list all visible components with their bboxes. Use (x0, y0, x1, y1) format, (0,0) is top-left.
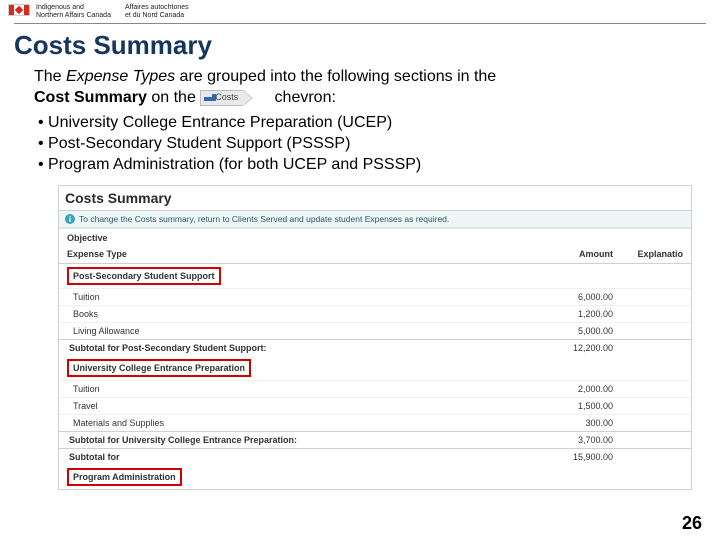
subtotal-amount: 15,900.00 (481, 449, 621, 465)
expense-amount: 300.00 (481, 415, 621, 431)
bullet-item: University College Entrance Preparation … (38, 113, 686, 134)
gov-name-fr: Affaires autochtones et du Nord Canada (125, 4, 189, 19)
table-row: Tuition6,000.00 (59, 288, 691, 305)
expense-name: Materials and Supplies (59, 415, 481, 431)
gov-name-en: Indigenous and Northern Affairs Canada (36, 4, 111, 19)
bullet-list: University College Entrance Preparation … (34, 113, 686, 175)
screenshot-title: Costs Summary (59, 186, 691, 211)
intro-text-3: on the (147, 89, 200, 106)
expense-amount: 2,000.00 (481, 381, 621, 397)
expense-name: Travel (59, 398, 481, 414)
col-amount: Amount (481, 245, 621, 263)
expense-name: Living Allowance (59, 323, 481, 339)
col-explanation: Explanatio (621, 245, 691, 263)
info-banner: i To change the Costs summary, return to… (59, 211, 691, 228)
intro-cost-summary: Cost Summary (34, 89, 147, 106)
info-icon: i (65, 214, 75, 224)
subtotal-label: Subtotal for University College Entrance… (59, 432, 481, 448)
expense-amount: 1,200.00 (481, 306, 621, 322)
page-number: 26 (682, 513, 702, 534)
expense-name: Books (59, 306, 481, 322)
table-row: Living Allowance5,000.00 (59, 322, 691, 339)
subtotal-label: Subtotal for Post-Secondary Student Supp… (59, 340, 481, 356)
gov-en-line2: Northern Affairs Canada (36, 12, 111, 20)
header-rule (14, 23, 706, 24)
chevron-right-icon (242, 90, 252, 106)
group-prog-admin-label: Program Administration (67, 468, 182, 486)
costs-chevron: Costs (200, 90, 252, 106)
costs-chevron-label: Costs (215, 92, 238, 104)
info-text: To change the Costs summary, return to C… (79, 214, 449, 224)
subtotal-amount: 3,700.00 (481, 432, 621, 448)
group-psssp-label: Post-Secondary Student Support (67, 267, 221, 285)
gov-fr-line1: Affaires autochtones (125, 4, 189, 12)
table-row: Books1,200.00 (59, 305, 691, 322)
gov-fr-line2: et du Nord Canada (125, 12, 189, 20)
expense-name: Tuition (59, 381, 481, 397)
intro-text-2: are grouped into the following sections … (175, 68, 496, 85)
subtotal-row: Subtotal for Post-Secondary Student Supp… (59, 339, 691, 356)
bar-chart-icon (204, 94, 212, 101)
subtotal-amount: 12,200.00 (481, 340, 621, 356)
subtotal-label: Subtotal for (59, 449, 481, 465)
gov-en-line1: Indigenous and (36, 4, 111, 12)
screenshot-panel: Costs Summary i To change the Costs summ… (58, 185, 692, 490)
body-text: The Expense Types are grouped into the f… (0, 67, 720, 175)
objective-label: Objective (59, 228, 691, 245)
intro-text-4: chevron: (275, 89, 336, 106)
bullet-item: Program Administration (for both UCEP an… (38, 155, 686, 176)
canada-flag-icon (8, 4, 30, 16)
table-row: Travel1,500.00 (59, 397, 691, 414)
subtotal-row: Subtotal for University College Entrance… (59, 431, 691, 448)
table-row: Materials and Supplies300.00 (59, 414, 691, 431)
table-header: Expense Type Amount Explanatio (59, 245, 691, 264)
intro-text-1: The (34, 68, 66, 85)
table-row: Tuition2,000.00 (59, 380, 691, 397)
col-expense-type: Expense Type (59, 245, 481, 263)
expense-amount: 1,500.00 (481, 398, 621, 414)
costs-chevron-body: Costs (200, 90, 243, 106)
expense-amount: 6,000.00 (481, 289, 621, 305)
page-title: Costs Summary (0, 28, 720, 67)
subtotal-row: Subtotal for15,900.00 (59, 448, 691, 465)
intro-expense-types: Expense Types (66, 68, 175, 85)
expense-amount: 5,000.00 (481, 323, 621, 339)
bullet-item: Post-Secondary Student Support (PSSSP) (38, 134, 686, 155)
gov-header: Indigenous and Northern Affairs Canada A… (0, 0, 720, 21)
group-ucep-label: University College Entrance Preparation (67, 359, 251, 377)
expense-name: Tuition (59, 289, 481, 305)
